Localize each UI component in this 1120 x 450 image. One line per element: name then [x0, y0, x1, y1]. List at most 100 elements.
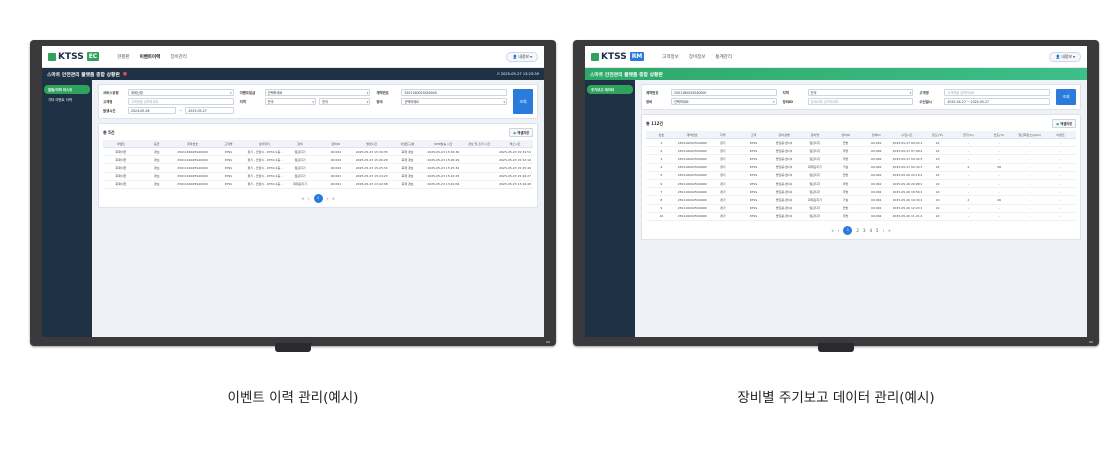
contract-no-input[interactable]: 2501160025S40000 — [671, 89, 777, 96]
search-button[interactable]: 조회 — [1056, 89, 1076, 105]
table-row[interactable]: 7 2501160025S40000 경기 KTSS 빌딩용-센서1 열감지기 주방 00:0… — [646, 187, 1076, 197]
user-menu-button[interactable]: 👤 내정보 ▾ — [506, 51, 538, 62]
monitor-right: KTSS RM 고객정보 장비정보 통계관리 👤 내정보 ▾ 스마트 안전관리 … — [573, 40, 1099, 352]
nav-item[interactable]: 장비정보 — [689, 54, 706, 60]
table-cell: - — [983, 179, 1015, 189]
date-from-input[interactable]: 2024-05-26 — [128, 107, 177, 114]
page-button[interactable]: 4 — [870, 228, 873, 233]
prev-page-button[interactable]: ‹ — [308, 196, 310, 201]
table-cell: KTSS — [738, 171, 769, 180]
user-menu-button[interactable]: 👤 내정보 ▾ — [1049, 51, 1081, 62]
table-cell — [461, 163, 498, 173]
table-row[interactable]: 6 2501160025S40000 경기 KTSS 빌딩용-센서1 열감지기 주방 00:0… — [646, 179, 1076, 189]
table-cell: 열감지기 — [282, 172, 318, 181]
user-label: 내정보 ▾ — [518, 53, 532, 59]
excel-download-button[interactable]: ▣ 엑셀저장 — [1052, 119, 1076, 128]
ktss-logo[interactable]: KTSS EC — [48, 52, 100, 62]
table-cell: 2025-05-26 11:21:23 — [891, 212, 923, 221]
table-cell: 2501160025S40000 — [174, 155, 211, 165]
caption-left: 이벤트 이력 관리(예시) — [227, 390, 359, 406]
table-row[interactable]: 10 2501160025S40000 경기 KTSS 빌딩용-센서1 열감지기 주방 00:… — [646, 212, 1076, 221]
table-cell: 열감지기 — [799, 204, 831, 213]
table-cell: KTSS — [210, 163, 247, 173]
region-select[interactable]: 전국 — [807, 89, 914, 96]
table-cell: 화재 경보 — [389, 172, 426, 181]
event-grade-select[interactable]: 선택하세요 — [264, 89, 371, 96]
table-cell: - — [1014, 138, 1046, 148]
sidebar-item-other-events[interactable]: 기타 이벤트 이력 — [44, 95, 90, 104]
table-row[interactable]: 화재이전 경보 2501160025S40000 KTSS 경기 - 안양시 - KTS… — [103, 147, 533, 157]
sidebar-item-alarm-list[interactable]: 알람/이력 리스트 — [44, 85, 90, 94]
table-row[interactable]: 9 2501160025S40000 경기 KTSS 빌딩용-센서1 열감지기 전방 00:0… — [646, 204, 1076, 213]
page-button[interactable]: 3 — [863, 228, 866, 233]
last-page-button[interactable]: » — [888, 228, 890, 233]
service-type-select[interactable]: 위재난경 — [128, 89, 234, 96]
table-row[interactable]: 8 2501160025S40000 경기 KTSS 빌딩용-센서1 화재감지기 거실 00:… — [646, 195, 1076, 205]
device-select[interactable]: 선택하세요 — [401, 98, 507, 105]
column-header: 이벤트 — [103, 140, 139, 148]
main-content: 계약번호2501160025S40000 지역전국 고객명고객명을 입력하세요 … — [635, 80, 1087, 337]
page-titlebar: 스마트 안전관리 플랫폼 종합 상황판 — [585, 68, 1087, 80]
nav-item[interactable]: 통계관리 — [715, 54, 732, 60]
table-cell: 2 — [953, 195, 984, 205]
filter-customer: 고객명 고객명을 입력하세요 — [919, 89, 1050, 96]
table-cell: 빌딩용-센서1 — [768, 163, 800, 172]
customer-input[interactable]: 고객명을 입력하세요 — [128, 98, 234, 105]
prev-page-button[interactable]: ‹ — [838, 228, 840, 233]
table-cell: 2025-05-23 13:42:09 — [425, 180, 462, 189]
column-header: 일산화탄소(ppm) — [1014, 131, 1046, 139]
page-button-current[interactable]: 1 — [313, 193, 323, 203]
table-row[interactable]: 화재이전 경보 2501160025S40000 KTSS 경기 - 안양시 - KTS… — [103, 172, 533, 181]
first-page-button[interactable]: « — [301, 196, 303, 201]
table-row[interactable]: 1 2501160025S40000 경기 KTSS 빌딩용-센서1 열감지기 전방 00:0… — [646, 138, 1076, 148]
table-cell: 열감지기 — [282, 147, 318, 157]
table-row[interactable]: 화재이전 경보 2501160025S40000 KTSS 경기 - 안양시 - KTS… — [103, 163, 533, 173]
periodic-report-table: 번호 계약번호 지역 고객 장비설명 장비명 장비ID 장비ID 수집시간 온도(℃) 연기(%) 습… — [646, 131, 1076, 221]
first-page-button[interactable]: « — [831, 228, 833, 233]
table-cell: 주방 — [830, 154, 861, 164]
device-select[interactable]: 선택하세요 — [671, 98, 777, 105]
table-cell: 경보 — [138, 180, 175, 189]
table-row[interactable]: 5 2501160025S40000 경기 KTSS 빌딩용-센서1 열감지기 전방 00:0… — [646, 171, 1076, 180]
table-row[interactable]: 화재이전 경보 2501160025S40000 KTSS 경기 - 안양시 - KTS… — [103, 155, 533, 165]
table-row[interactable]: 3 2501160025S40000 경기 KTSS 빌딩용-센서1 열감지기 주방 00:0… — [646, 154, 1076, 164]
user-icon: 👤 — [1055, 53, 1061, 59]
logo-tag: RM — [629, 52, 645, 61]
date-range-input[interactable]: 2025-04-27 ~ 2025-05-27 — [944, 98, 1050, 105]
alert-dot-icon: ● — [122, 71, 128, 77]
customer-input[interactable]: 고객명을 입력하세요 — [944, 89, 1050, 96]
excel-download-button[interactable]: ▣ 엑셀저장 — [509, 128, 533, 137]
contract-no-input[interactable]: 2501160025S40000 — [401, 89, 507, 96]
table-cell: 2025-05-23 15:26:27 — [497, 172, 533, 181]
ktss-logo[interactable]: KTSS RM — [591, 52, 645, 62]
table-cell: 경기 — [707, 146, 739, 156]
power-led — [1089, 341, 1093, 343]
search-button[interactable]: 조회 — [513, 89, 533, 114]
page-button[interactable]: 2 — [856, 228, 859, 233]
table-row[interactable]: 화재이전 경보 2501160025S40000 KTSS 경기 - 안양시 - KTS… — [103, 180, 533, 189]
column-header: 온도(℃) — [922, 131, 954, 139]
table-row[interactable]: 2 2501160025S40000 경기 KTSS 빌딩용-센서1 열감지기 주방 00:0… — [646, 146, 1076, 156]
table-cell: KTSS — [738, 187, 769, 197]
nav-item[interactable]: 장비관리 — [170, 54, 187, 60]
nav-item[interactable]: 현황판 — [117, 54, 129, 60]
table-cell: 열감지기 — [282, 155, 318, 165]
page-button-current[interactable]: 1 — [843, 225, 853, 235]
filter-date: 발생시간 2024-05-26 ~2025-05-27 — [103, 107, 234, 114]
next-page-button[interactable]: › — [327, 196, 329, 201]
table-row[interactable]: 4 2501160025S40000 경기 KTSS 빌딩용-센서1 화재감지기 거실 00:… — [646, 163, 1076, 172]
last-page-button[interactable]: » — [332, 196, 334, 201]
filter-region: 지역전국전국 — [240, 98, 371, 105]
nav-item[interactable]: 고객정보 — [662, 54, 679, 60]
device-id-input[interactable]: 장비ID를 입력하세요 — [807, 98, 914, 105]
page-button[interactable]: 5 — [876, 228, 879, 233]
sidebar-item-periodic-report[interactable]: 주기보고 데이터 — [587, 85, 633, 94]
table-cell: 22 — [922, 146, 954, 156]
nav-item-active[interactable]: 이벤트이력 — [140, 54, 161, 60]
region-select[interactable]: 전국 — [264, 98, 316, 105]
table-cell: KTSS — [738, 195, 769, 205]
region-sub-select[interactable]: 전국 — [319, 98, 371, 105]
date-to-input[interactable]: 2025-05-27 — [185, 107, 234, 114]
next-page-button[interactable]: › — [883, 228, 885, 233]
table-cell: 2501160025S40000 — [174, 172, 211, 181]
